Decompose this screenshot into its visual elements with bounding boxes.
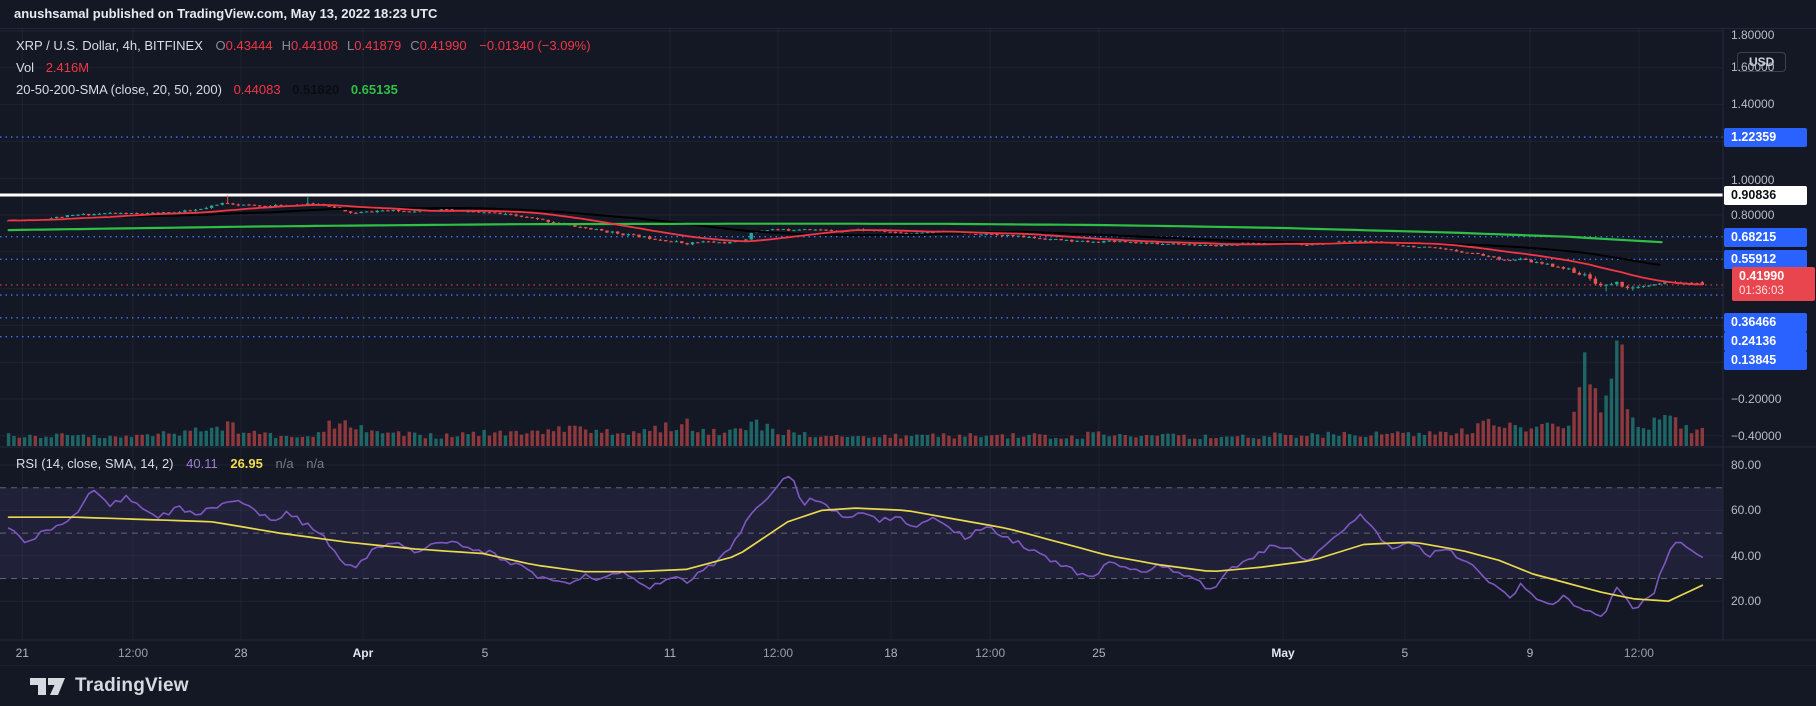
rsi-lower-band-value: n/a bbox=[306, 456, 324, 471]
tradingview-logo-icon bbox=[30, 673, 66, 700]
time-axis-label: 21 bbox=[16, 646, 29, 660]
time-axis-label: 12:00 bbox=[763, 646, 793, 660]
price-scale-label: 1.60000 bbox=[1731, 60, 1774, 74]
horizontal-level-lines[interactable] bbox=[0, 137, 1723, 337]
volume-value: 2.416M bbox=[46, 60, 89, 75]
price-level-badge: 0.24136 bbox=[1724, 332, 1807, 351]
time-axis-label: May bbox=[1271, 646, 1294, 660]
ohlc-label-C: C bbox=[410, 38, 419, 53]
price-scale-label: 0.80000 bbox=[1731, 208, 1774, 222]
price-level-badge: 1.22359 bbox=[1724, 128, 1807, 147]
rsi-upper-band-value: n/a bbox=[276, 456, 294, 471]
tradingview-logo-link[interactable]: TradingView bbox=[30, 673, 189, 700]
time-axis[interactable]: 21 12:00 28 Apr 5 11 12:00 18 12:00 25 May 5 9 12:00 bbox=[0, 640, 1723, 666]
sma50-line bbox=[9, 208, 1660, 265]
symbol-row: XRP / U.S. Dollar, 4h, BITFINEX O0.43444… bbox=[16, 35, 591, 57]
tradingview-published-chart: anushsamal published on TradingView.com,… bbox=[0, 0, 1816, 706]
rsi-value: 40.11 bbox=[186, 456, 218, 471]
plot-layers bbox=[0, 28, 1723, 640]
rsi-row: RSI (14, close, SMA, 14, 2) 40.11 26.95 … bbox=[16, 453, 324, 475]
header-divider bbox=[0, 28, 1816, 29]
sma20-value: 0.44083 bbox=[234, 82, 281, 97]
time-axis-label: 12:00 bbox=[975, 646, 1005, 660]
price-scale-label: −0.20000 bbox=[1731, 392, 1781, 406]
time-axis-label: 9 bbox=[1527, 646, 1534, 660]
price-level-badge: 0.90836 bbox=[1724, 186, 1807, 205]
ohlc-value-O: 0.43444 bbox=[226, 38, 273, 53]
footer-bar: TradingView bbox=[0, 666, 1816, 706]
volume-series bbox=[7, 341, 1704, 446]
rsi-band bbox=[0, 488, 1723, 579]
price-scale-label: 1.80000 bbox=[1731, 28, 1774, 42]
price-scale-label: −0.40000 bbox=[1731, 429, 1781, 443]
time-axis-label: 28 bbox=[234, 646, 247, 660]
last-price-badge: 0.4199001:36:03 bbox=[1732, 267, 1815, 301]
ohlc-value-C: 0.41990 bbox=[420, 38, 467, 53]
price-scale-label: 80.00 bbox=[1731, 458, 1761, 472]
chart-plot-area[interactable] bbox=[0, 0, 1816, 706]
price-change: −0.01340 (−3.09%) bbox=[479, 38, 590, 53]
publish-info: anushsamal published on TradingView.com,… bbox=[0, 0, 1816, 28]
time-axis-label: 25 bbox=[1092, 646, 1105, 660]
time-axis-label: 11 bbox=[664, 646, 676, 660]
symbol-title[interactable]: XRP / U.S. Dollar, 4h, BITFINEX bbox=[16, 38, 203, 53]
time-axis-label: 5 bbox=[482, 646, 489, 660]
sma200-line bbox=[9, 224, 1662, 243]
tradingview-wordmark: TradingView bbox=[75, 675, 189, 697]
price-level-badge: 0.55912 bbox=[1724, 250, 1807, 269]
ohlc-label-H: H bbox=[282, 38, 291, 53]
bar-countdown: 01:36:03 bbox=[1739, 284, 1815, 299]
ohlc-label-O: O bbox=[216, 38, 226, 53]
price-level-badge: 0.68215 bbox=[1724, 228, 1807, 247]
volume-row: Vol 2.416M bbox=[16, 57, 591, 79]
sma-indicator-label[interactable]: 20-50-200-SMA (close, 20, 50, 200) bbox=[16, 82, 222, 97]
price-scale-label: 20.00 bbox=[1731, 594, 1761, 608]
rsi-legend[interactable]: RSI (14, close, SMA, 14, 2) 40.11 26.95 … bbox=[16, 453, 324, 475]
symbol-legend[interactable]: XRP / U.S. Dollar, 4h, BITFINEX O0.43444… bbox=[16, 35, 591, 101]
sma200-value: 0.65135 bbox=[351, 82, 398, 97]
time-axis-label: 5 bbox=[1402, 646, 1409, 660]
ohlc-value-L: 0.41879 bbox=[354, 38, 401, 53]
price-axis[interactable]: USD 1.800001.600001.400001.000000.80000−… bbox=[1723, 28, 1816, 640]
ohlc-values: O0.43444H0.44108L0.41879C0.41990 bbox=[207, 38, 467, 53]
time-axis-label: 18 bbox=[884, 646, 897, 660]
price-level-badge: 0.13845 bbox=[1724, 351, 1807, 370]
time-axis-label: 12:00 bbox=[1624, 646, 1654, 660]
price-scale-label: 1.40000 bbox=[1731, 97, 1774, 111]
sma50-value: 0.51820 bbox=[292, 82, 339, 97]
sma20-line bbox=[9, 205, 1703, 285]
price-scale-label: 1.00000 bbox=[1731, 173, 1774, 187]
volume-label: Vol bbox=[16, 60, 34, 75]
sma-row: 20-50-200-SMA (close, 20, 50, 200) 0.440… bbox=[16, 79, 591, 101]
ohlc-value-H: 0.44108 bbox=[291, 38, 338, 53]
rsi-indicator-label[interactable]: RSI (14, close, SMA, 14, 2) bbox=[16, 456, 174, 471]
rsi-sma-value: 26.95 bbox=[230, 456, 263, 471]
time-axis-label: 12:00 bbox=[118, 646, 148, 660]
time-axis-label: Apr bbox=[353, 646, 374, 660]
price-scale-label: 60.00 bbox=[1731, 503, 1761, 517]
price-scale-label: 40.00 bbox=[1731, 549, 1761, 563]
price-level-badge: 0.36466 bbox=[1724, 313, 1807, 332]
